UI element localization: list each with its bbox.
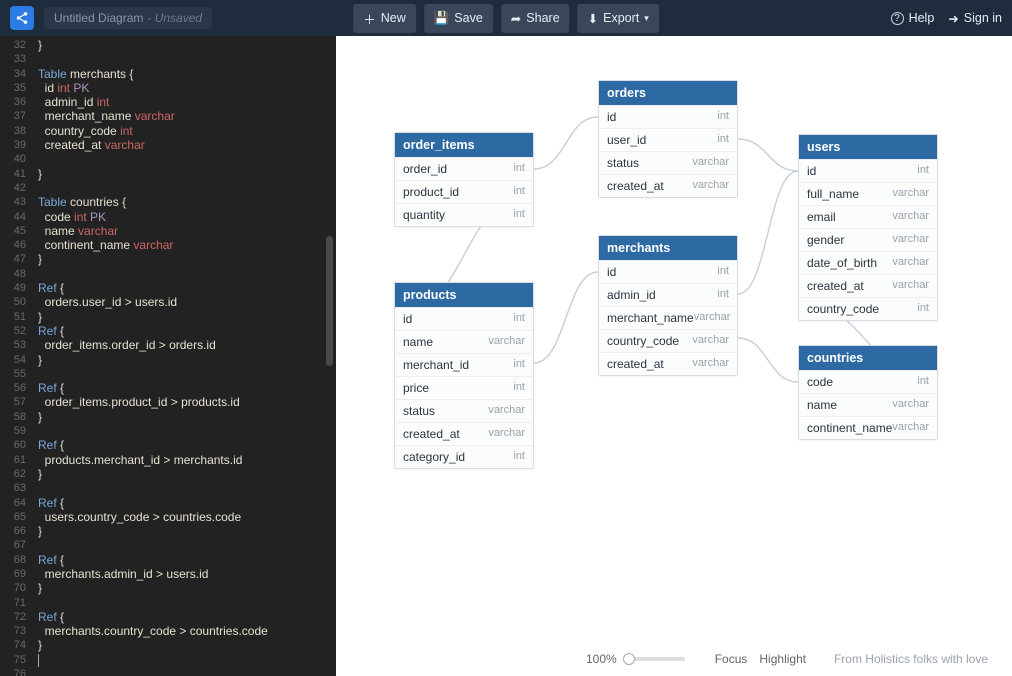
- table-row[interactable]: codeint: [799, 370, 937, 393]
- toolbar-center: ＋New 💾Save ➦Share ⬇Export▾: [353, 4, 659, 33]
- canvas-footer: 100% Focus Highlight From Holistics folk…: [336, 652, 1012, 666]
- table-row[interactable]: created_atvarchar: [599, 174, 737, 197]
- table-products[interactable]: productsidintnamevarcharmerchant_idintpr…: [394, 282, 534, 469]
- table-row[interactable]: merchant_idint: [395, 353, 533, 376]
- diagram-canvas[interactable]: order_itemsorder_idintproduct_idintquant…: [336, 36, 1012, 676]
- table-header[interactable]: products: [395, 283, 533, 307]
- table-row[interactable]: namevarchar: [395, 330, 533, 353]
- document-title[interactable]: Untitled Diagram - Unsaved: [44, 7, 212, 29]
- line-gutter: 3233343536373839404142434445464748495051…: [0, 36, 32, 676]
- mode-highlight[interactable]: Highlight: [759, 652, 806, 666]
- table-countries[interactable]: countriescodeintnamevarcharcontinent_nam…: [798, 345, 938, 440]
- table-row[interactable]: merchant_namevarchar: [599, 306, 737, 329]
- table-header[interactable]: orders: [599, 81, 737, 105]
- zoom-slider[interactable]: [625, 657, 685, 661]
- table-merchants[interactable]: merchantsidintadmin_idintmerchant_nameva…: [598, 235, 738, 376]
- table-row[interactable]: idint: [799, 159, 937, 182]
- table-row[interactable]: continent_namevarchar: [799, 416, 937, 439]
- signin-button[interactable]: ➜Sign in: [948, 11, 1002, 26]
- new-button[interactable]: ＋New: [353, 4, 416, 33]
- table-row[interactable]: admin_idint: [599, 283, 737, 306]
- doc-name: Untitled Diagram: [54, 11, 143, 25]
- table-orders[interactable]: ordersidintuser_idintstatusvarcharcreate…: [598, 80, 738, 198]
- table-row[interactable]: product_idint: [395, 180, 533, 203]
- code-editor[interactable]: 3233343536373839404142434445464748495051…: [0, 36, 336, 676]
- table-row[interactable]: category_idint: [395, 445, 533, 468]
- plus-icon: ＋: [363, 9, 376, 28]
- download-icon: ⬇: [588, 11, 598, 26]
- app-logo[interactable]: [10, 6, 34, 30]
- table-row[interactable]: country_codevarchar: [599, 329, 737, 352]
- share-button[interactable]: ➦Share: [501, 4, 570, 33]
- table-users[interactable]: usersidintfull_namevarcharemailvarcharge…: [798, 134, 938, 321]
- help-button[interactable]: ?Help: [891, 11, 935, 25]
- table-row[interactable]: quantityint: [395, 203, 533, 226]
- app-toolbar: Untitled Diagram - Unsaved ＋New 💾Save ➦S…: [0, 0, 1012, 36]
- editor-scrollbar[interactable]: [326, 236, 333, 366]
- table-row[interactable]: idint: [395, 307, 533, 330]
- table-row[interactable]: idint: [599, 260, 737, 283]
- table-row[interactable]: priceint: [395, 376, 533, 399]
- table-row[interactable]: idint: [599, 105, 737, 128]
- zoom-label: 100%: [586, 652, 617, 666]
- save-icon: 💾: [434, 11, 450, 26]
- unsaved-indicator: - Unsaved: [147, 11, 202, 25]
- chevron-down-icon: ▾: [644, 13, 649, 24]
- table-header[interactable]: order_items: [395, 133, 533, 157]
- share-icon: ➦: [511, 11, 521, 26]
- table-row[interactable]: emailvarchar: [799, 205, 937, 228]
- table-row[interactable]: user_idint: [599, 128, 737, 151]
- table-row[interactable]: country_codeint: [799, 297, 937, 320]
- table-row[interactable]: created_atvarchar: [799, 274, 937, 297]
- table-header[interactable]: users: [799, 135, 937, 159]
- table-row[interactable]: full_namevarchar: [799, 182, 937, 205]
- main-split: 3233343536373839404142434445464748495051…: [0, 36, 1012, 676]
- table-row[interactable]: order_idint: [395, 157, 533, 180]
- table-header[interactable]: merchants: [599, 236, 737, 260]
- table-row[interactable]: namevarchar: [799, 393, 937, 416]
- table-order_items[interactable]: order_itemsorder_idintproduct_idintquant…: [394, 132, 534, 227]
- table-row[interactable]: created_atvarchar: [599, 352, 737, 375]
- share-nodes-icon: [15, 11, 29, 25]
- export-button[interactable]: ⬇Export▾: [578, 4, 659, 33]
- mode-focus[interactable]: Focus: [715, 652, 748, 666]
- table-row[interactable]: created_atvarchar: [395, 422, 533, 445]
- table-row[interactable]: gendervarchar: [799, 228, 937, 251]
- table-header[interactable]: countries: [799, 346, 937, 370]
- table-row[interactable]: statusvarchar: [395, 399, 533, 422]
- help-icon: ?: [891, 12, 904, 25]
- footer-credit: From Holistics folks with love: [834, 652, 988, 666]
- code-body[interactable]: }Table merchants { id int PK admin_id in…: [38, 36, 336, 676]
- table-row[interactable]: date_of_birthvarchar: [799, 251, 937, 274]
- table-row[interactable]: statusvarchar: [599, 151, 737, 174]
- toolbar-right: ?Help ➜Sign in: [891, 11, 1002, 26]
- signin-icon: ➜: [948, 11, 958, 26]
- save-button[interactable]: 💾Save: [424, 4, 493, 33]
- zoom-slider-knob[interactable]: [623, 653, 635, 665]
